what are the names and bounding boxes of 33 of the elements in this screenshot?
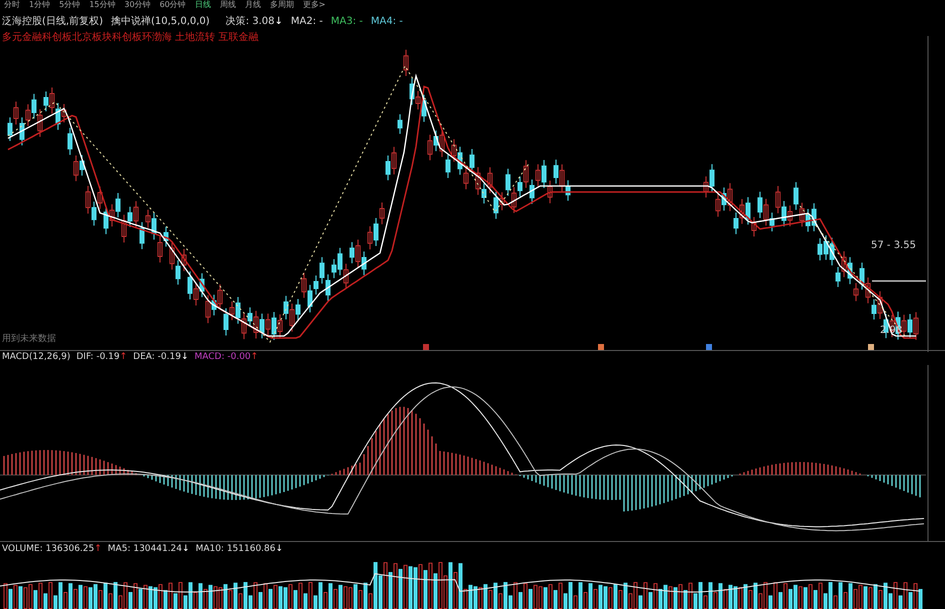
indicator-reading: 决策: 3.08↓ bbox=[226, 14, 283, 30]
stock-title: 泛海控股(日线,前复权) bbox=[2, 14, 103, 30]
price-level-label: 57 - 3.55 bbox=[871, 238, 916, 253]
period-tab[interactable]: 分时 bbox=[4, 0, 20, 10]
period-tab[interactable]: 60分钟 bbox=[160, 0, 186, 10]
indicator-reading: MA5: 130441.24↓ bbox=[108, 542, 190, 556]
period-tab[interactable]: 5分钟 bbox=[59, 0, 80, 10]
indicator-reading: DEA: -0.19↓ bbox=[133, 350, 188, 364]
period-tab[interactable]: 15分钟 bbox=[89, 0, 116, 10]
indicator-reading: VOLUME: 136306.25↑ bbox=[2, 542, 102, 556]
event-marker-icon bbox=[868, 344, 874, 350]
event-marker-icon bbox=[598, 344, 604, 350]
period-tab[interactable]: 1分钟 bbox=[29, 0, 50, 10]
indicator-reading: DIF: -0.19↑ bbox=[76, 350, 128, 364]
event-marker-icon bbox=[706, 344, 712, 350]
price-level-line bbox=[872, 280, 926, 282]
macd-title: MACD(12,26,9) bbox=[2, 350, 70, 364]
period-tab[interactable]: 多周期 bbox=[270, 0, 294, 10]
future-data-note: 用到未来数据 bbox=[2, 332, 56, 346]
indicator-reading: MA10: 151160.86↓ bbox=[196, 542, 284, 556]
period-tab[interactable]: 日线 bbox=[194, 0, 211, 10]
indicator-reading: MA2: - bbox=[290, 15, 323, 30]
indicator-reading: MA4: - bbox=[370, 15, 403, 30]
indicator-reading: MACD: -0.00↑ bbox=[194, 350, 258, 364]
period-tab[interactable]: 更多> bbox=[302, 0, 326, 10]
period-tab[interactable]: 月线 bbox=[244, 0, 261, 10]
period-tab[interactable]: 30分钟 bbox=[124, 0, 151, 10]
period-tab[interactable]: 周线 bbox=[220, 0, 236, 10]
price-low-label: 2.98 bbox=[880, 324, 902, 338]
sector-tags: 多元金融科创板北京板块科创板环渤海 土地流转 互联金融 bbox=[2, 30, 258, 45]
indicator-reading: MA3: - bbox=[330, 15, 363, 30]
indicator-name: 擒中说禅(10,5,0,0,0) bbox=[110, 14, 210, 30]
event-marker-icon bbox=[423, 344, 429, 350]
